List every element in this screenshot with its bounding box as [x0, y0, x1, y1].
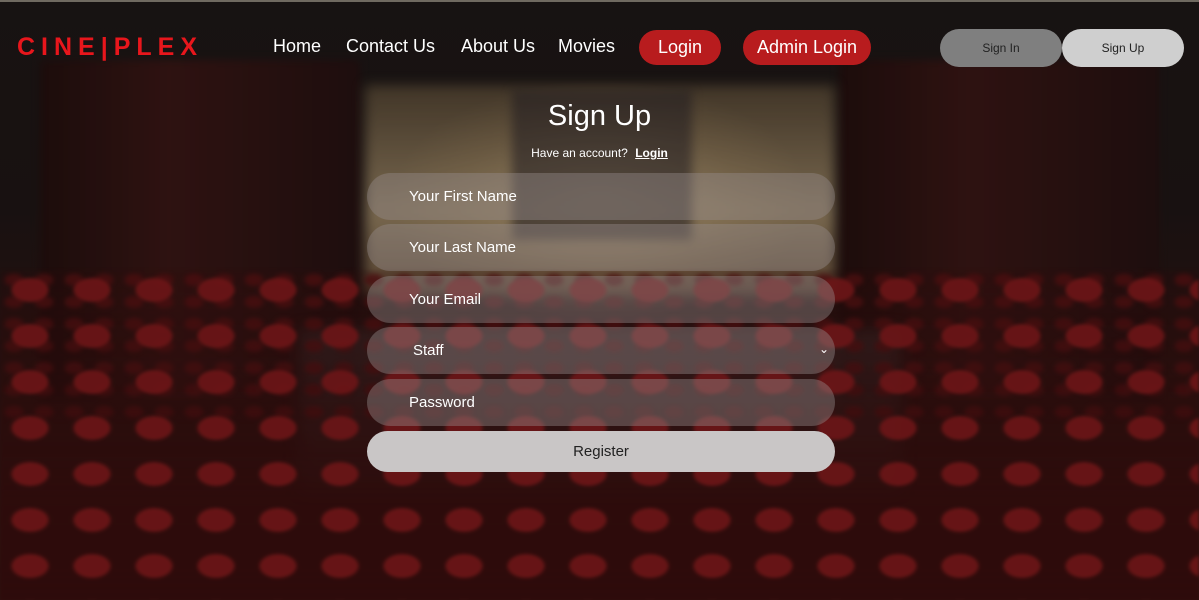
first-name-field[interactable]: Your First Name — [367, 173, 835, 220]
email-field[interactable]: Your Email — [367, 276, 835, 323]
password-field[interactable]: Password — [367, 379, 835, 426]
nav-about-us[interactable]: About Us — [461, 36, 535, 57]
admin-login-button[interactable]: Admin Login — [743, 30, 871, 65]
sign-in-button[interactable]: Sign In — [940, 29, 1062, 67]
have-account-text: Have an account? — [531, 146, 628, 160]
top-border — [0, 0, 1199, 2]
logo[interactable]: CINE|PLEX — [17, 33, 203, 62]
chevron-down-icon: ⌄ — [818, 342, 829, 356]
role-select[interactable]: Staff ⌄ — [367, 327, 835, 374]
nav-home[interactable]: Home — [273, 36, 321, 57]
sign-up-button[interactable]: Sign Up — [1062, 29, 1184, 67]
login-link[interactable]: Login — [635, 146, 668, 160]
nav-movies[interactable]: Movies — [558, 36, 615, 57]
nav-contact-us[interactable]: Contact Us — [346, 36, 435, 57]
role-select-value: Staff — [413, 342, 444, 359]
login-button[interactable]: Login — [639, 30, 721, 65]
have-account-line: Have an account? Login — [0, 146, 1199, 160]
last-name-field[interactable]: Your Last Name — [367, 224, 835, 271]
register-button[interactable]: Register — [367, 431, 835, 472]
page-title: Sign Up — [547, 100, 652, 132]
